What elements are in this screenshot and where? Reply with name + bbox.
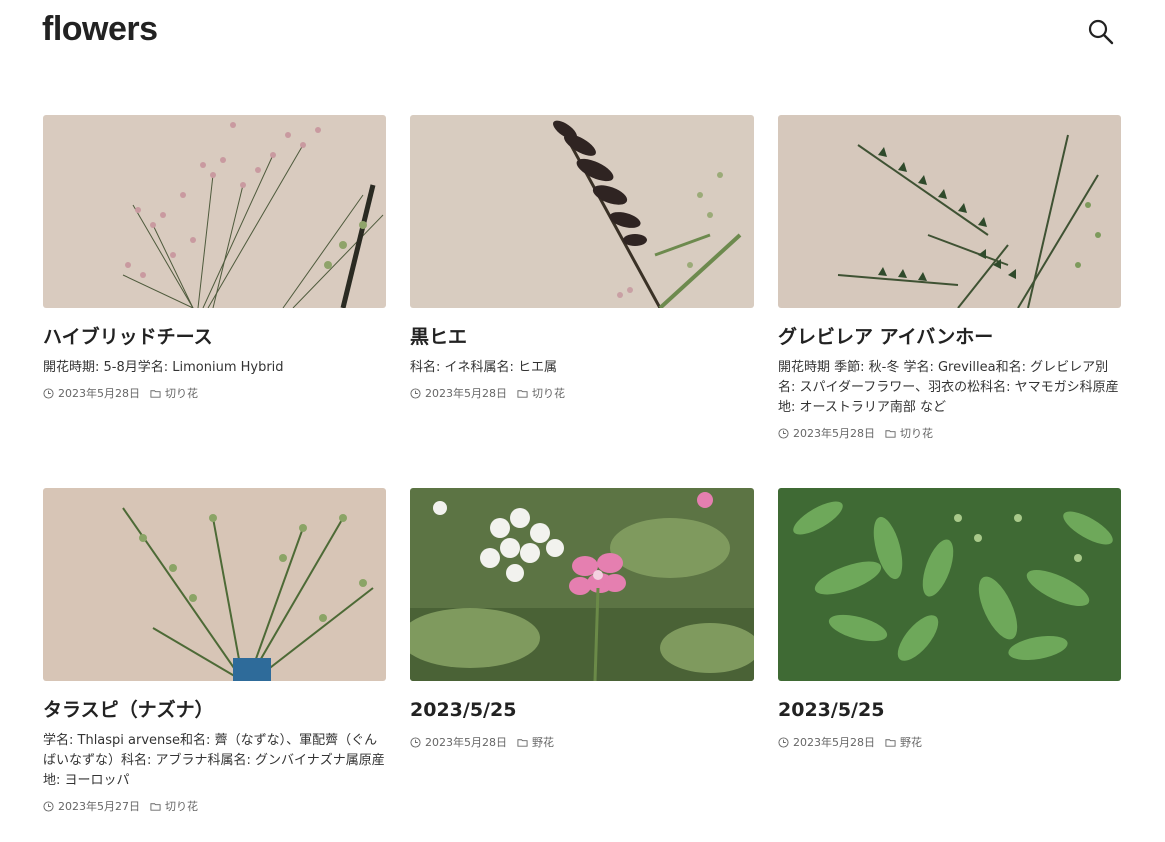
clock-icon [778, 736, 789, 748]
post-excerpt: 科名: イネ科属名: ヒエ属 [410, 360, 558, 375]
folder-icon [885, 738, 896, 747]
post-card: 黒ヒエ 科名: イネ科属名: ヒエ属 2023年5月28日 切り花 [410, 115, 754, 488]
folder-icon [885, 429, 896, 438]
search-button[interactable] [1086, 17, 1116, 47]
post-card: グレビレア アイバンホー 開花時期 季節: 秋-冬 学名: Grevillea和… [778, 115, 1121, 488]
post-date: 2023年5月27日 [58, 800, 140, 813]
post-date: 2023年5月28日 [793, 427, 875, 440]
post-excerpt: 開花時期: 5-8月学名: Limonium Hybrid [43, 360, 284, 375]
post-title[interactable]: グレビレア アイバンホー [778, 325, 1121, 349]
post-title[interactable]: 2023/5/25 [410, 698, 754, 722]
post-excerpt: 開花時期 季節: 秋-冬 学名: Grevillea和名: グレビレア別名: ス… [778, 360, 1119, 415]
post-card: ハイブリッドチース 開花時期: 5-8月学名: Limonium Hybrid … [43, 115, 386, 488]
post-thumbnail[interactable] [410, 115, 754, 308]
post-thumbnail[interactable] [410, 488, 754, 681]
post-title[interactable]: 黒ヒエ [410, 325, 754, 349]
post-title[interactable]: 2023/5/25 [778, 698, 1121, 722]
post-meta: 2023年5月28日 野花 [778, 734, 1121, 750]
post-title[interactable]: ハイブリッドチース [43, 325, 386, 349]
post-meta: 2023年5月27日 切り花 [43, 798, 386, 814]
folder-icon [517, 738, 528, 747]
post-date: 2023年5月28日 [58, 387, 140, 400]
post-card: タラスピ（ナズナ） 学名: Thlaspi arvense和名: 薺（なずな）、… [43, 488, 386, 814]
post-date: 2023年5月28日 [793, 736, 875, 749]
post-category-link[interactable]: 野花 [900, 734, 922, 750]
post-thumbnail[interactable] [43, 115, 386, 308]
post-category-link[interactable]: 切り花 [165, 385, 198, 401]
post-meta: 2023年5月28日 野花 [410, 734, 754, 750]
folder-icon [150, 802, 161, 811]
folder-icon [150, 389, 161, 398]
clock-icon [43, 387, 54, 399]
post-date: 2023年5月28日 [425, 387, 507, 400]
clock-icon [778, 427, 789, 439]
post-category-link[interactable]: 野花 [532, 734, 554, 750]
post-thumbnail[interactable] [43, 488, 386, 681]
post-title[interactable]: タラスピ（ナズナ） [43, 698, 386, 722]
post-meta: 2023年5月28日 切り花 [778, 425, 1121, 441]
post-card: 2023/5/25 2023年5月28日 野花 [778, 488, 1121, 814]
search-icon [1088, 19, 1114, 45]
post-meta: 2023年5月28日 切り花 [43, 385, 386, 401]
folder-icon [517, 389, 528, 398]
post-thumbnail[interactable] [778, 488, 1121, 681]
post-meta: 2023年5月28日 切り花 [410, 385, 754, 401]
clock-icon [410, 736, 421, 748]
post-category-link[interactable]: 切り花 [900, 425, 933, 441]
site-title[interactable]: flowers [42, 10, 158, 49]
post-thumbnail[interactable] [778, 115, 1121, 308]
post-grid: ハイブリッドチース 開花時期: 5-8月学名: Limonium Hybrid … [43, 115, 1121, 814]
site-header: flowers [0, 0, 1165, 80]
post-date: 2023年5月28日 [425, 736, 507, 749]
clock-icon [410, 387, 421, 399]
post-card: 2023/5/25 2023年5月28日 野花 [410, 488, 754, 814]
post-excerpt: 学名: Thlaspi arvense和名: 薺（なずな）、軍配薺（ぐんばいなず… [43, 733, 385, 788]
clock-icon [43, 800, 54, 812]
post-category-link[interactable]: 切り花 [532, 385, 565, 401]
post-category-link[interactable]: 切り花 [165, 798, 198, 814]
